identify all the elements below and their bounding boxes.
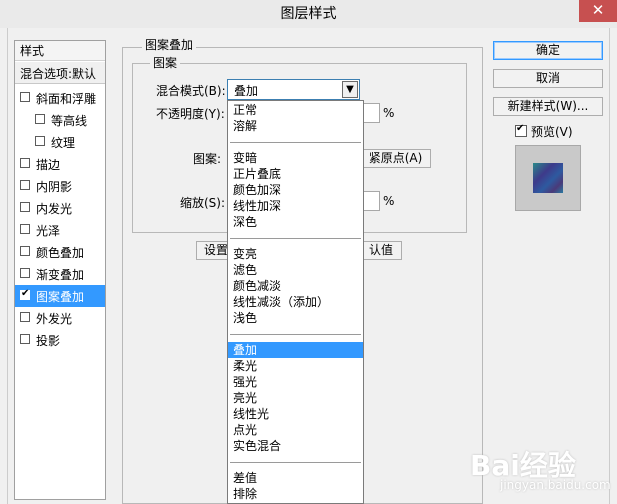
- checkmark-icon: ✔: [516, 123, 525, 134]
- blend-mode-label: 混合模式(B):: [156, 84, 226, 98]
- style-item-2[interactable]: 纹理: [15, 131, 105, 153]
- scale-label: 缩放(S):: [180, 196, 226, 210]
- blend-mode-select[interactable]: 叠加 ▼: [227, 79, 360, 100]
- style-item-label: 描边: [36, 158, 61, 172]
- pattern-overlay-title: 图案叠加: [142, 36, 197, 53]
- blend-mode-option[interactable]: 滤色: [228, 262, 363, 278]
- style-item-checkbox[interactable]: [20, 202, 30, 212]
- window-title: 图层样式: [280, 6, 337, 22]
- blend-mode-option[interactable]: 变亮: [228, 246, 363, 262]
- blend-mode-option[interactable]: 颜色加深: [228, 182, 363, 198]
- preview-checkbox[interactable]: ✔: [515, 123, 527, 137]
- new-style-label: 新建样式(W)...: [507, 99, 589, 113]
- style-item-6[interactable]: 光泽: [15, 219, 105, 241]
- blend-mode-option[interactable]: 深色: [228, 214, 363, 230]
- style-item-checkbox[interactable]: [20, 246, 30, 256]
- blend-mode-option[interactable]: 亮光: [228, 390, 363, 406]
- style-item-label: 外发光: [36, 312, 73, 326]
- preview-label[interactable]: 预览(V): [531, 123, 573, 140]
- style-item-checkbox[interactable]: [20, 224, 30, 234]
- blend-mode-option[interactable]: 正常: [228, 102, 363, 118]
- snap-to-origin-label: 紧原点(A): [368, 151, 423, 165]
- preview-swatch: [533, 163, 563, 193]
- dropdown-separator: [230, 334, 361, 335]
- style-item-0[interactable]: 斜面和浮雕: [15, 87, 105, 109]
- ok-label: 确定: [535, 43, 560, 57]
- style-preview-thumbnail: [515, 145, 581, 211]
- blend-mode-option[interactable]: 差值: [228, 470, 363, 486]
- set-default-label: 设置: [203, 243, 228, 257]
- style-item-label: 颜色叠加: [36, 246, 85, 260]
- style-item-checkbox[interactable]: [20, 288, 30, 300]
- style-item-11[interactable]: 投影: [15, 329, 105, 351]
- styles-header[interactable]: 样式: [15, 41, 105, 61]
- style-item-8[interactable]: 渐变叠加: [15, 263, 105, 285]
- style-item-label: 等高线: [51, 114, 88, 128]
- style-item-1[interactable]: 等高线: [15, 109, 105, 131]
- style-item-checkbox[interactable]: [20, 180, 30, 190]
- style-item-checkbox[interactable]: [20, 158, 30, 168]
- style-item-label: 图案叠加: [36, 290, 85, 304]
- reset-default-label: 认值: [368, 243, 393, 257]
- blend-mode-option[interactable]: 强光: [228, 374, 363, 390]
- new-style-button[interactable]: 新建样式(W)...: [493, 97, 603, 116]
- style-item-label: 内发光: [36, 202, 73, 216]
- style-item-checkbox[interactable]: [20, 312, 30, 322]
- style-item-label: 内阴影: [36, 180, 73, 194]
- style-item-9[interactable]: 图案叠加: [15, 285, 105, 307]
- pattern-subgroup-title: 图案: [150, 54, 181, 71]
- close-icon: ✕: [591, 1, 605, 19]
- style-item-checkbox[interactable]: [20, 268, 30, 278]
- chevron-down-icon[interactable]: ▼: [342, 81, 358, 98]
- scale-unit: %: [383, 194, 395, 208]
- blend-mode-option[interactable]: 叠加: [228, 342, 363, 358]
- blend-mode-option[interactable]: 线性减淡（添加）: [228, 294, 363, 310]
- close-button[interactable]: ✕: [579, 0, 617, 22]
- style-item-5[interactable]: 内发光: [15, 197, 105, 219]
- blend-mode-option[interactable]: 排除: [228, 486, 363, 502]
- ok-button[interactable]: 确定: [493, 41, 603, 60]
- style-item-3[interactable]: 描边: [15, 153, 105, 175]
- blend-mode-option[interactable]: 浅色: [228, 310, 363, 326]
- style-item-4[interactable]: 内阴影: [15, 175, 105, 197]
- cancel-button[interactable]: 取消: [493, 69, 603, 88]
- style-item-checkbox[interactable]: [20, 334, 30, 344]
- style-item-label: 光泽: [36, 224, 61, 238]
- cancel-label: 取消: [535, 71, 560, 85]
- reset-default-button[interactable]: 认值: [360, 241, 402, 260]
- blend-mode-dropdown-list: 正常 溶解变暗 正片叠底 颜色加深 线性加深 深色变亮 滤色 颜色减淡 线性减淡（添加） 浅色叠加…: [227, 100, 364, 504]
- snap-to-origin-button[interactable]: 紧原点(A): [360, 149, 431, 168]
- style-item-10[interactable]: 外发光: [15, 307, 105, 329]
- style-item-label: 投影: [36, 334, 61, 348]
- style-item-checkbox[interactable]: [20, 92, 30, 102]
- blend-mode-option[interactable]: 变暗: [228, 150, 363, 166]
- blend-mode-option[interactable]: 点光: [228, 422, 363, 438]
- blend-mode-option[interactable]: 实色混合: [228, 438, 363, 454]
- blend-options-item[interactable]: 混合选项:默认: [15, 62, 105, 84]
- style-item-label: 纹理: [51, 136, 76, 150]
- blend-mode-option[interactable]: 线性光: [228, 406, 363, 422]
- blend-mode-option[interactable]: 溶解: [228, 118, 363, 134]
- dropdown-separator: [230, 142, 361, 143]
- blend-mode-option[interactable]: 正片叠底: [228, 166, 363, 182]
- baidu-jingyan-watermark-url: jingyan.baidu.com: [500, 478, 611, 492]
- blend-mode-value: 叠加: [234, 84, 259, 98]
- style-item-checkbox[interactable]: [35, 114, 45, 124]
- style-item-label: 渐变叠加: [36, 268, 85, 282]
- pattern-label: 图案:: [193, 152, 222, 166]
- style-item-label: 斜面和浮雕: [36, 92, 97, 106]
- opacity-unit: %: [383, 106, 395, 120]
- blend-mode-option[interactable]: 颜色减淡: [228, 278, 363, 294]
- style-item-checkbox[interactable]: [35, 136, 45, 146]
- blend-mode-option[interactable]: 柔光: [228, 358, 363, 374]
- style-item-7[interactable]: 颜色叠加: [15, 241, 105, 263]
- opacity-label: 不透明度(Y):: [156, 107, 225, 121]
- blend-mode-option[interactable]: 线性加深: [228, 198, 363, 214]
- dropdown-separator: [230, 462, 361, 463]
- dropdown-separator: [230, 238, 361, 239]
